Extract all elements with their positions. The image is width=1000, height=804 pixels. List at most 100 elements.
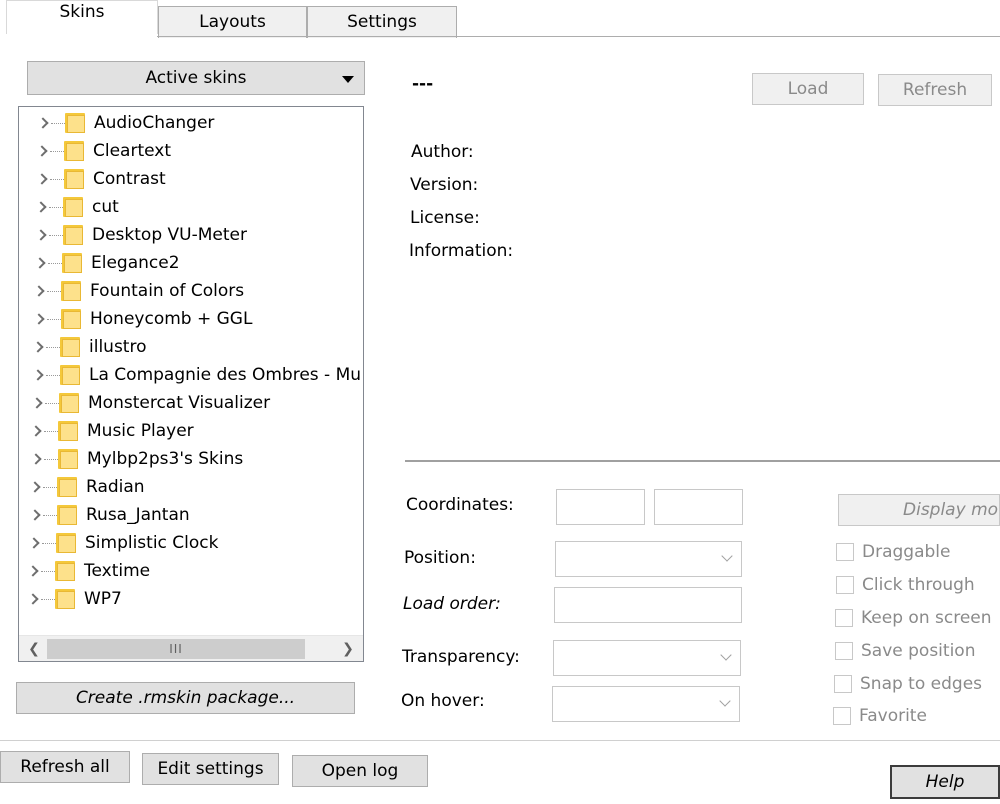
tree-item[interactable]: AudioChanger — [19, 110, 363, 136]
chevron-down-icon — [719, 695, 731, 707]
expand-chevron-icon[interactable] — [31, 397, 43, 409]
checkbox[interactable] — [834, 675, 852, 693]
help-button[interactable]: Help — [890, 765, 1000, 799]
tree-item-label: Rusa_Jantan — [86, 505, 190, 525]
expand-chevron-icon[interactable] — [35, 201, 47, 213]
skins-filter-dropdown[interactable]: Active skins — [27, 61, 365, 95]
edit-settings-label: Edit settings — [157, 759, 264, 779]
tree-item[interactable]: Mylbp2ps3's Skins — [19, 446, 363, 472]
author-label: Author: — [411, 142, 474, 162]
scroll-thumb[interactable]: III — [47, 639, 305, 659]
option-click-through[interactable]: Click through — [836, 575, 975, 595]
tree-item[interactable]: Contrast — [19, 166, 363, 192]
create-rmskin-button[interactable]: Create .rmskin package... — [16, 682, 355, 714]
expand-chevron-icon[interactable] — [33, 313, 45, 325]
expand-chevron-icon[interactable] — [27, 593, 39, 605]
position-select[interactable] — [555, 541, 742, 577]
display-monitor-button[interactable]: Display mo — [838, 494, 1000, 526]
scroll-left-icon[interactable]: ❮ — [21, 636, 47, 661]
on-hover-select[interactable] — [552, 686, 740, 722]
tab-skins-label: Skins — [59, 2, 105, 22]
load-order-input[interactable] — [554, 587, 742, 623]
coordinate-x-input[interactable] — [556, 489, 645, 525]
option-draggable[interactable]: Draggable — [836, 542, 950, 562]
checkbox[interactable] — [833, 707, 851, 725]
tree-item[interactable]: Simplistic Clock — [19, 530, 363, 556]
scroll-right-icon[interactable]: ❯ — [335, 636, 361, 661]
tab-settings[interactable]: Settings — [307, 6, 457, 38]
on-hover-label: On hover: — [401, 691, 485, 711]
open-log-button[interactable]: Open log — [292, 755, 428, 787]
option-favorite[interactable]: Favorite — [833, 706, 927, 726]
tree-item[interactable]: Cleartext — [19, 138, 363, 164]
tree-connector — [49, 234, 63, 236]
folder-icon — [63, 225, 83, 245]
tree-item-label: Monstercat Visualizer — [88, 393, 271, 413]
tree-item[interactable]: Music Player — [19, 418, 363, 444]
expand-chevron-icon[interactable] — [29, 481, 41, 493]
tab-strip-border — [157, 36, 1000, 37]
tree-item[interactable]: Fountain of Colors — [19, 278, 363, 304]
transparency-select[interactable] — [553, 640, 741, 676]
expand-chevron-icon[interactable] — [33, 285, 45, 297]
expand-chevron-icon[interactable] — [30, 453, 42, 465]
refresh-button[interactable]: Refresh — [878, 74, 992, 106]
folder-icon — [55, 589, 75, 609]
folder-icon — [60, 337, 80, 357]
tree-item[interactable]: Radian — [19, 474, 363, 500]
tree-item[interactable]: WP7 — [19, 586, 363, 612]
expand-chevron-icon[interactable] — [36, 173, 48, 185]
folder-icon — [55, 561, 75, 581]
folder-icon — [58, 449, 78, 469]
horizontal-scrollbar[interactable]: ❮ III ❯ — [19, 635, 363, 661]
option-save-position[interactable]: Save position — [835, 641, 975, 661]
load-button[interactable]: Load — [752, 73, 864, 105]
skins-filter-value: Active skins — [145, 68, 247, 88]
coordinate-y-input[interactable] — [654, 489, 743, 525]
tree-connector — [44, 430, 58, 432]
tree-connector — [46, 374, 60, 376]
expand-chevron-icon[interactable] — [35, 229, 47, 241]
option-keep-on-screen[interactable]: Keep on screen — [835, 608, 992, 628]
tree-item-label: Desktop VU-Meter — [92, 225, 247, 245]
expand-chevron-icon[interactable] — [37, 117, 49, 129]
tree-connector — [51, 122, 65, 124]
tree-item[interactable]: Elegance2 — [19, 250, 363, 276]
expand-chevron-icon[interactable] — [28, 537, 40, 549]
tree-item-label: Honeycomb + GGL — [90, 309, 253, 329]
tree-item[interactable]: Monstercat Visualizer — [19, 390, 363, 416]
tree-item[interactable]: Honeycomb + GGL — [19, 306, 363, 332]
tree-item[interactable]: Desktop VU-Meter — [19, 222, 363, 248]
folder-icon — [64, 141, 84, 161]
tree-item[interactable]: Rusa_Jantan — [19, 502, 363, 528]
expand-chevron-icon[interactable] — [27, 565, 39, 577]
tree-item[interactable]: cut — [19, 194, 363, 220]
folder-icon — [62, 253, 82, 273]
expand-chevron-icon[interactable] — [34, 257, 46, 269]
expand-chevron-icon[interactable] — [32, 341, 44, 353]
expand-chevron-icon[interactable] — [29, 509, 41, 521]
expand-chevron-icon[interactable] — [36, 145, 48, 157]
folder-icon — [57, 505, 77, 525]
expand-chevron-icon[interactable] — [32, 369, 44, 381]
tab-skins[interactable]: Skins — [6, 0, 158, 34]
checkbox[interactable] — [836, 543, 854, 561]
expand-chevron-icon[interactable] — [30, 425, 42, 437]
skins-tree[interactable]: AudioChanger Cleartext Contrast cut Desktop … — [18, 106, 364, 662]
option-snap-to-edges[interactable]: Snap to edges — [834, 674, 982, 694]
refresh-all-button[interactable]: Refresh all — [0, 751, 130, 783]
tab-layouts[interactable]: Layouts — [158, 6, 307, 38]
tree-item[interactable]: illustro — [19, 334, 363, 360]
tree-connector — [45, 402, 59, 404]
checkbox[interactable] — [835, 642, 853, 660]
edit-settings-button[interactable]: Edit settings — [142, 753, 279, 785]
option-label: Save position — [861, 641, 976, 661]
tree-item[interactable]: Textime — [19, 558, 363, 584]
checkbox[interactable] — [836, 576, 854, 594]
checkbox[interactable] — [835, 609, 853, 627]
refresh-all-label: Refresh all — [20, 757, 110, 777]
tree-item[interactable]: La Compagnie des Ombres - Mu — [19, 362, 363, 388]
display-monitor-label: Display mo — [903, 500, 999, 520]
tree-item-label: Textime — [84, 561, 151, 581]
folder-icon — [61, 309, 81, 329]
